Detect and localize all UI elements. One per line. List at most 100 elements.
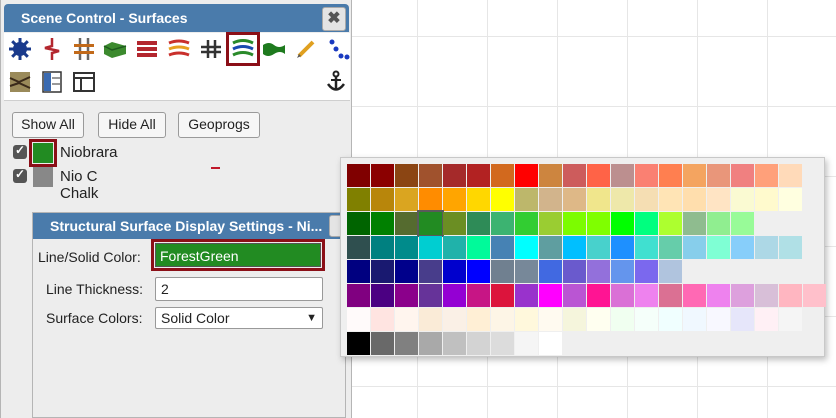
- palette-swatch[interactable]: [635, 284, 658, 307]
- palette-swatch[interactable]: [659, 260, 682, 283]
- palette-swatch[interactable]: [491, 260, 514, 283]
- palette-swatch[interactable]: [539, 284, 562, 307]
- palette-swatch[interactable]: [587, 260, 610, 283]
- palette-swatch[interactable]: [443, 164, 466, 187]
- palette-swatch[interactable]: [443, 212, 466, 235]
- palette-swatch[interactable]: [563, 164, 586, 187]
- palette-swatch[interactable]: [611, 188, 634, 211]
- well-trajectory-icon[interactable]: [39, 36, 65, 62]
- palette-swatch[interactable]: [635, 188, 658, 211]
- settings-titlebar[interactable]: Structural Surface Display Settings - Ni…: [33, 213, 347, 239]
- palette-swatch[interactable]: [539, 308, 562, 331]
- palette-swatch[interactable]: [443, 236, 466, 259]
- horizon-lines-icon[interactable]: [166, 36, 192, 62]
- palette-swatch[interactable]: [707, 164, 730, 187]
- palette-swatch[interactable]: [467, 164, 490, 187]
- palette-swatch[interactable]: [515, 164, 538, 187]
- layer-color-swatch[interactable]: [33, 167, 53, 187]
- palette-swatch[interactable]: [539, 260, 562, 283]
- layout-window-icon[interactable]: [71, 69, 97, 95]
- palette-swatch[interactable]: [417, 210, 444, 237]
- palette-swatch[interactable]: [659, 308, 682, 331]
- palette-swatch[interactable]: [467, 332, 490, 355]
- line-thickness-input[interactable]: 2: [155, 277, 323, 301]
- palette-swatch[interactable]: [731, 236, 754, 259]
- palette-swatch[interactable]: [419, 284, 442, 307]
- palette-swatch[interactable]: [371, 164, 394, 187]
- palette-swatch[interactable]: [587, 236, 610, 259]
- palette-swatch[interactable]: [419, 188, 442, 211]
- palette-swatch[interactable]: [491, 188, 514, 211]
- palette-swatch[interactable]: [707, 212, 730, 235]
- palette-swatch[interactable]: [515, 236, 538, 259]
- palette-swatch[interactable]: [443, 260, 466, 283]
- palette-swatch[interactable]: [395, 212, 418, 235]
- palette-swatch[interactable]: [731, 284, 754, 307]
- palette-swatch[interactable]: [395, 164, 418, 187]
- palette-swatch[interactable]: [587, 164, 610, 187]
- palette-swatch[interactable]: [539, 332, 562, 355]
- palette-swatch[interactable]: [611, 236, 634, 259]
- line-color-field[interactable]: ForestGreen: [151, 239, 325, 271]
- palette-swatch[interactable]: [347, 212, 370, 235]
- palette-swatch[interactable]: [515, 284, 538, 307]
- palette-swatch[interactable]: [563, 308, 586, 331]
- palette-swatch[interactable]: [611, 284, 634, 307]
- palette-swatch[interactable]: [635, 164, 658, 187]
- palette-swatch[interactable]: [419, 260, 442, 283]
- palette-swatch[interactable]: [563, 284, 586, 307]
- palette-swatch[interactable]: [515, 188, 538, 211]
- palette-swatch[interactable]: [491, 236, 514, 259]
- layer-checkbox[interactable]: [13, 167, 27, 183]
- palette-swatch[interactable]: [611, 260, 634, 283]
- palette-swatch[interactable]: [659, 164, 682, 187]
- palette-swatch[interactable]: [779, 188, 802, 211]
- palette-swatch[interactable]: [347, 236, 370, 259]
- palette-swatch[interactable]: [635, 260, 658, 283]
- palette-swatch[interactable]: [371, 236, 394, 259]
- palette-swatch[interactable]: [731, 188, 754, 211]
- panel-split-icon[interactable]: [39, 69, 65, 95]
- palette-swatch[interactable]: [443, 308, 466, 331]
- palette-swatch[interactable]: [755, 188, 778, 211]
- palette-swatch[interactable]: [707, 188, 730, 211]
- palette-swatch[interactable]: [491, 284, 514, 307]
- palette-swatch[interactable]: [467, 284, 490, 307]
- palette-swatch[interactable]: [659, 188, 682, 211]
- palette-swatch[interactable]: [635, 308, 658, 331]
- grid-stack-icon[interactable]: [134, 36, 160, 62]
- palette-swatch[interactable]: [395, 260, 418, 283]
- palette-swatch[interactable]: [491, 164, 514, 187]
- palette-swatch[interactable]: [683, 164, 706, 187]
- palette-swatch[interactable]: [779, 236, 802, 259]
- panel-titlebar[interactable]: Scene Control - Surfaces ✖: [4, 4, 349, 32]
- palette-swatch[interactable]: [779, 308, 802, 331]
- palette-swatch[interactable]: [755, 308, 778, 331]
- palette-swatch[interactable]: [755, 164, 778, 187]
- palette-swatch[interactable]: [779, 164, 802, 187]
- palette-swatch[interactable]: [467, 236, 490, 259]
- palette-swatch[interactable]: [347, 188, 370, 211]
- palette-swatch[interactable]: [371, 188, 394, 211]
- palette-swatch[interactable]: [467, 212, 490, 235]
- palette-swatch[interactable]: [347, 332, 370, 355]
- palette-swatch[interactable]: [587, 308, 610, 331]
- palette-swatch[interactable]: [443, 188, 466, 211]
- palette-swatch[interactable]: [467, 308, 490, 331]
- palette-swatch[interactable]: [491, 308, 514, 331]
- palette-swatch[interactable]: [347, 308, 370, 331]
- palette-swatch[interactable]: [683, 308, 706, 331]
- palette-swatch[interactable]: [371, 284, 394, 307]
- green-surface-icon[interactable]: [261, 36, 287, 62]
- palette-swatch[interactable]: [371, 212, 394, 235]
- palette-swatch[interactable]: [731, 164, 754, 187]
- palette-swatch[interactable]: [659, 236, 682, 259]
- palette-swatch[interactable]: [491, 332, 514, 355]
- palette-swatch[interactable]: [515, 260, 538, 283]
- palette-swatch[interactable]: [563, 236, 586, 259]
- anchor-icon[interactable]: [323, 69, 349, 95]
- palette-swatch[interactable]: [755, 284, 778, 307]
- palette-swatch[interactable]: [779, 284, 802, 307]
- palette-swatch[interactable]: [395, 188, 418, 211]
- palette-swatch[interactable]: [707, 308, 730, 331]
